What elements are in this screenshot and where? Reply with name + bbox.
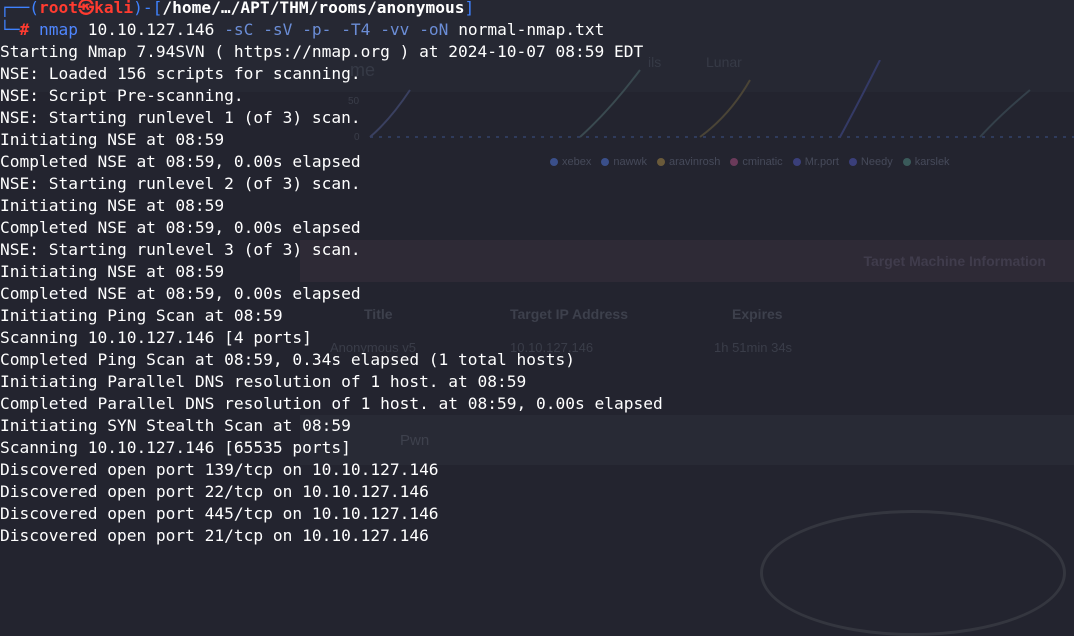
prompt-line-top: ┌──(root㉿kali)-[/home/…/APT/THM/rooms/an…: [0, 0, 663, 19]
command-flag: -p-: [302, 20, 332, 39]
command-flag: -sV: [263, 20, 293, 39]
legend-label: Needy: [860, 156, 893, 168]
legend-dot-icon: [730, 158, 739, 167]
command-target: 10.10.127.146: [87, 20, 215, 39]
output-line: Completed Ping Scan at 08:59, 0.34s elap…: [0, 350, 575, 369]
output-line: Initiating Parallel DNS resolution of 1 …: [0, 372, 527, 391]
output-line: NSE: Starting runlevel 2 (of 3) scan.: [0, 174, 361, 193]
legend-dot-icon: [902, 158, 911, 167]
output-line: Completed NSE at 08:59, 0.00s elapsed: [0, 284, 361, 303]
output-line: Completed Parallel DNS resolution of 1 h…: [0, 394, 663, 413]
command-name: nmap: [39, 20, 78, 39]
legend-label: karslek: [914, 156, 950, 168]
output-line: Completed NSE at 08:59, 0.00s elapsed: [0, 152, 361, 171]
prompt-cwd: /home/…/APT/THM/rooms/anonymous: [162, 0, 465, 17]
command-outfile: normal-nmap.txt: [458, 20, 605, 39]
command-line[interactable]: └─# nmap 10.10.127.146 -sC -sV -p- -T4 -…: [0, 19, 663, 41]
output-line: NSE: Script Pre-scanning.: [0, 86, 244, 105]
output-line: Discovered open port 139/tcp on 10.10.12…: [0, 460, 439, 479]
legend-dot-icon: [848, 158, 857, 167]
command-flag: -oN: [419, 20, 449, 39]
output-line: NSE: Loaded 156 scripts for scanning.: [0, 64, 361, 83]
output-line: Initiating NSE at 08:59: [0, 196, 225, 215]
command-flag: -vv: [380, 20, 410, 39]
prompt-corner-top: ┌──(: [0, 0, 39, 17]
legend-dot-icon: [792, 158, 801, 167]
chart-series-line: [839, 60, 881, 138]
output-line: Scanning 10.10.127.146 [4 ports]: [0, 328, 312, 347]
output-line: Initiating Ping Scan at 08:59: [0, 306, 283, 325]
legend-label: Mr.port: [804, 156, 839, 168]
command-flag: -T4: [341, 20, 371, 39]
prompt-host: kali: [94, 0, 134, 17]
background-gauge-arc: [760, 510, 1066, 636]
output-line: NSE: Starting runlevel 3 (of 3) scan.: [0, 240, 361, 259]
legend-label: cminatic: [742, 156, 783, 168]
output-line: Scanning 10.10.127.146 [65535 ports]: [0, 438, 351, 457]
prompt-separator: )-[: [133, 0, 163, 17]
column-header-expires: Expires: [732, 306, 783, 322]
output-line: Completed NSE at 08:59, 0.00s elapsed: [0, 218, 361, 237]
prompt-corner-bottom: └─: [0, 20, 20, 39]
cell-expires: 1h 51min 34s: [714, 340, 793, 355]
output-line: Initiating SYN Stealth Scan at 08:59: [0, 416, 351, 435]
output-line: Discovered open port 22/tcp on 10.10.127…: [0, 482, 429, 501]
chart-series-line: [979, 89, 1031, 138]
chart-series-line: [699, 79, 751, 138]
output-line: Initiating NSE at 08:59: [0, 130, 225, 149]
output-line: Initiating NSE at 08:59: [0, 262, 225, 281]
nmap-output: Starting Nmap 7.94SVN ( https://nmap.org…: [0, 41, 663, 547]
background-section-title: Target Machine Information: [863, 253, 1046, 269]
prompt-close-bracket: ]: [464, 0, 475, 17]
legend-label: aravinrosh: [668, 156, 721, 168]
output-line: Discovered open port 21/tcp on 10.10.127…: [0, 526, 429, 545]
prompt-hash: #: [19, 20, 30, 39]
terminal-output[interactable]: ┌──(root㉿kali)-[/home/…/APT/THM/rooms/an…: [0, 0, 663, 547]
output-line: Discovered open port 445/tcp on 10.10.12…: [0, 504, 439, 523]
skull-icon: ㉿: [77, 0, 95, 17]
prompt-user: root: [38, 0, 78, 17]
command-flag: -sC: [224, 20, 254, 39]
output-line: NSE: Starting runlevel 1 (of 3) scan.: [0, 108, 361, 127]
output-line: Starting Nmap 7.94SVN ( https://nmap.org…: [0, 42, 644, 61]
